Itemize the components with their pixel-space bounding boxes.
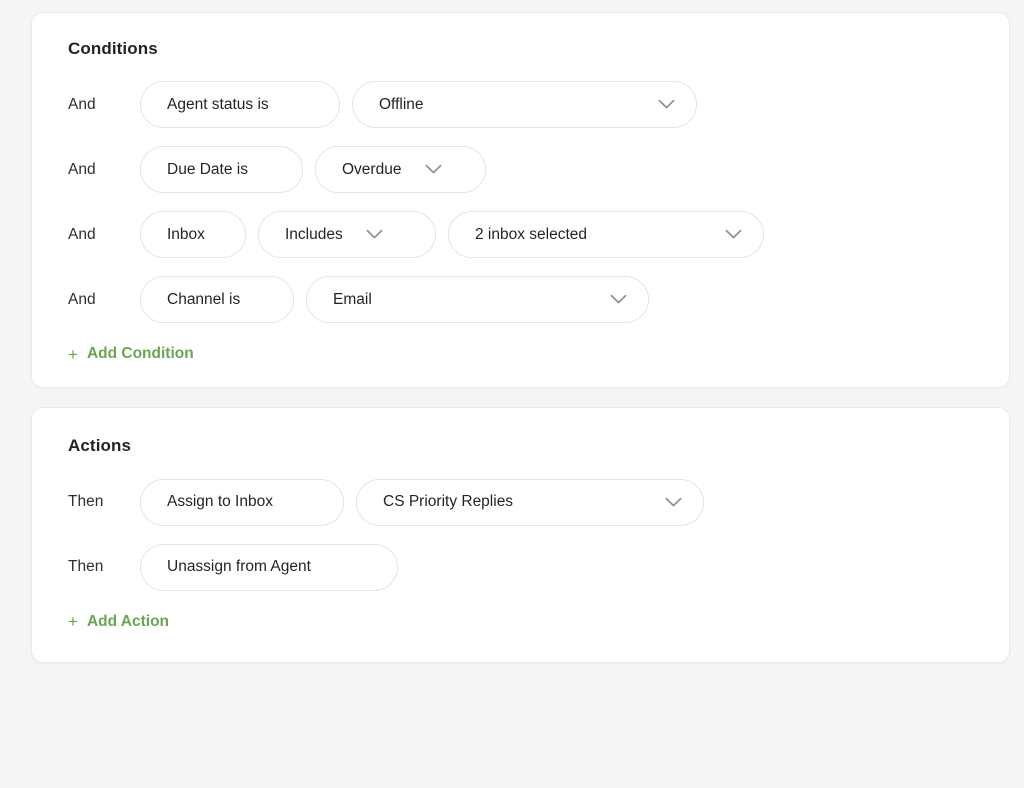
pill-label: Due Date is xyxy=(167,160,248,178)
chevron-down-icon xyxy=(663,492,683,512)
condition-connector-label: And xyxy=(68,95,96,113)
pill-label: Agent status is xyxy=(167,95,269,113)
action-connector-label: Then xyxy=(68,557,104,575)
condition-field-pill[interactable]: Channel is xyxy=(140,276,294,324)
chevron-down-icon xyxy=(656,95,676,115)
conditions-rows: And Agent status is Offline And Due Date is O… xyxy=(68,81,979,324)
condition-connector-label: And xyxy=(68,160,96,178)
action-row: Then Assign to Inbox CS Priority Replies xyxy=(68,478,979,526)
actions-title: Actions xyxy=(68,436,132,456)
condition-select-pill[interactable]: Email xyxy=(306,276,649,324)
action-field-pill[interactable]: Assign to Inbox xyxy=(140,478,344,526)
add-condition-button[interactable]: + Add Condition xyxy=(68,345,194,364)
action-select-pill[interactable]: CS Priority Replies xyxy=(356,478,704,526)
condition-field-pill[interactable]: Due Date is xyxy=(140,146,303,194)
pill-label: Channel is xyxy=(167,290,241,308)
condition-select-pill[interactable]: Includes xyxy=(258,211,436,259)
condition-field-pill[interactable]: Inbox xyxy=(140,211,246,259)
condition-connector-label: And xyxy=(68,225,96,243)
plus-icon: + xyxy=(68,345,78,365)
condition-row: And Inbox Includes 2 inbox selected xyxy=(68,211,979,259)
action-connector-label: Then xyxy=(68,492,104,510)
condition-select-pill[interactable]: Overdue xyxy=(315,146,486,194)
conditions-title: Conditions xyxy=(68,39,158,58)
pill-label: Assign to Inbox xyxy=(167,493,273,511)
chevron-down-icon xyxy=(723,225,743,245)
pill-label: Offline xyxy=(379,95,424,113)
condition-row: And Due Date is Overdue xyxy=(68,146,979,194)
add-action-button[interactable]: + Add Action xyxy=(68,613,169,632)
chevron-down-icon xyxy=(365,225,385,245)
condition-select-pill[interactable]: 2 inbox selected xyxy=(448,211,764,259)
action-field-pill[interactable]: Unassign from Agent xyxy=(140,543,398,591)
condition-row: And Agent status is Offline xyxy=(68,81,979,129)
condition-row: And Channel is Email xyxy=(68,276,979,324)
chevron-down-icon xyxy=(608,290,628,310)
actions-card: Actions Then Assign to Inbox CS Priority R… xyxy=(31,407,1010,664)
pill-label: CS Priority Replies xyxy=(383,493,514,511)
pill-label: 2 inbox selected xyxy=(475,225,588,243)
pill-label: Unassign from Agent xyxy=(167,558,311,576)
chevron-down-icon xyxy=(423,160,443,180)
actions-rows: Then Assign to Inbox CS Priority Replies Th… xyxy=(68,478,979,591)
automation-rule-editor: Conditions And Agent status is Offline And D… xyxy=(0,0,1024,788)
pill-label: Email xyxy=(333,290,372,308)
condition-select-pill[interactable]: Offline xyxy=(352,81,697,129)
action-row: Then Unassign from Agent xyxy=(68,543,979,591)
plus-icon: + xyxy=(68,612,78,632)
pill-label: Includes xyxy=(285,225,343,243)
condition-connector-label: And xyxy=(68,290,96,308)
conditions-card: Conditions And Agent status is Offline And D… xyxy=(31,12,1010,389)
pill-label: Overdue xyxy=(342,160,402,178)
pill-label: Inbox xyxy=(167,225,205,243)
condition-field-pill[interactable]: Agent status is xyxy=(140,81,340,129)
add-condition-label: Add Condition xyxy=(86,345,194,363)
add-action-label: Add Action xyxy=(86,612,170,630)
